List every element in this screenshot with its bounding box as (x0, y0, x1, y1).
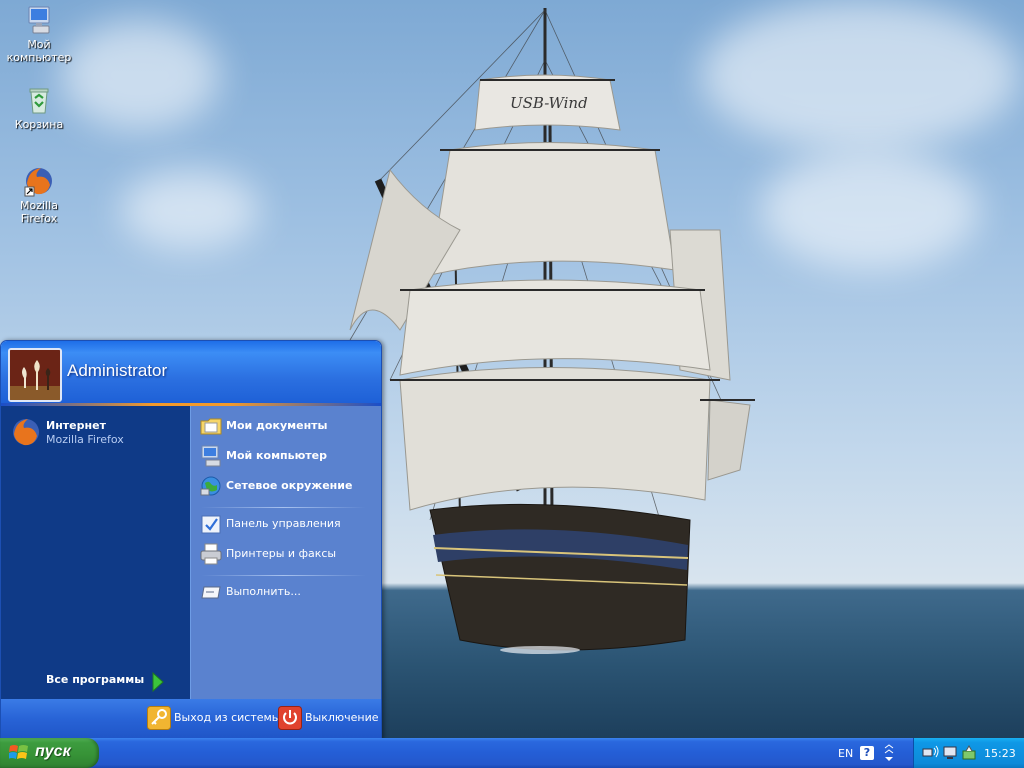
menu-item-label: Принтеры и факсы (226, 547, 337, 560)
desktop-icon-firefox[interactable]: Mozilla Firefox (1, 165, 77, 225)
network-icon[interactable] (922, 745, 940, 761)
menu-item-label: Панель управления (226, 517, 341, 530)
menu-item-control-panel[interactable]: Панель управления (199, 512, 377, 536)
ship-wallpaper: USB-Wind (349, 8, 755, 654)
all-programs-button[interactable]: Все программы (46, 673, 186, 693)
menu-item-my-computer[interactable]: Мой компьютер (199, 444, 377, 468)
my-documents-icon (200, 418, 222, 435)
taskbar: пуск EN ? 15:23 (0, 738, 1024, 768)
shutdown-button[interactable]: Выключение (278, 706, 379, 730)
network-places-icon (200, 476, 221, 496)
user-name: Administrator (67, 361, 168, 380)
green-arrow-icon[interactable] (151, 671, 165, 693)
start-menu-header: Administrator (1, 341, 381, 405)
wallpaper-text: USB-Wind (510, 94, 588, 112)
windows-logo-icon (9, 745, 28, 759)
menu-item-label: Мой компьютер (226, 449, 328, 462)
menu-item-my-documents[interactable]: Мои документы (199, 414, 377, 438)
desktop-icon-label: Mozilla Firefox (20, 199, 58, 225)
start-menu-footer: Выход из системы Выключение (1, 699, 381, 739)
start-menu-left-pane: Интернет Mozilla Firefox Все программы (1, 406, 191, 699)
control-panel-icon (201, 515, 221, 534)
menu-item-printers-faxes[interactable]: Принтеры и факсы (199, 542, 377, 566)
desktop-icon-my-computer[interactable]: Мой компьютер (1, 4, 77, 64)
key-icon (147, 706, 171, 730)
desktop-icon-label: Корзина (14, 118, 64, 131)
menu-item-label: Выполнить... (226, 585, 301, 598)
desktop-icon-label: Мой компьютер (6, 38, 72, 64)
logoff-label: Выход из системы (174, 711, 281, 724)
language-indicator[interactable]: EN (838, 747, 853, 760)
start-button[interactable]: пуск (0, 738, 99, 768)
shutdown-label: Выключение (305, 711, 379, 724)
tray-expand-icon[interactable] (884, 744, 894, 762)
safely-remove-hardware-icon[interactable] (961, 745, 977, 761)
pinned-item-internet[interactable]: Интернет Mozilla Firefox (10, 416, 186, 450)
menu-separator (201, 575, 366, 576)
clock[interactable]: 15:23 (984, 747, 1016, 760)
help-icon[interactable]: ? (860, 746, 874, 760)
logoff-button[interactable]: Выход из системы (147, 706, 280, 730)
menu-item-network-places[interactable]: Сетевое окружение (199, 474, 377, 498)
start-menu-right-pane: Мои документы Мой компьютер Сетевое окру… (191, 406, 381, 699)
cloud (60, 20, 220, 130)
chess-avatar-icon (10, 350, 60, 400)
user-avatar[interactable] (8, 348, 62, 402)
start-label: пуск (35, 743, 71, 760)
menu-item-run[interactable]: Выполнить... (199, 580, 377, 604)
run-icon (201, 586, 221, 599)
menu-item-label: Мои документы (226, 419, 328, 432)
firefox-icon (13, 419, 39, 446)
cloud (120, 170, 260, 250)
recycle-bin-icon (29, 88, 49, 114)
firefox-shortcut-icon (24, 168, 52, 197)
my-computer-icon (28, 6, 50, 34)
printers-icon (200, 543, 222, 565)
pinned-item-subtitle: Mozilla Firefox (46, 433, 124, 446)
my-computer-icon (201, 445, 221, 467)
desktop-icon-recycle-bin[interactable]: Корзина (1, 84, 77, 131)
cloud (760, 150, 980, 270)
menu-item-label: Сетевое окружение (226, 479, 353, 492)
start-menu: Administrator Интернет Mozilla Firefox В… (0, 340, 382, 740)
pinned-item-title: Интернет (46, 419, 106, 432)
system-tray: 15:23 (913, 738, 1024, 768)
menu-separator (201, 507, 366, 508)
display-icon[interactable] (942, 745, 958, 761)
power-icon (278, 706, 302, 730)
